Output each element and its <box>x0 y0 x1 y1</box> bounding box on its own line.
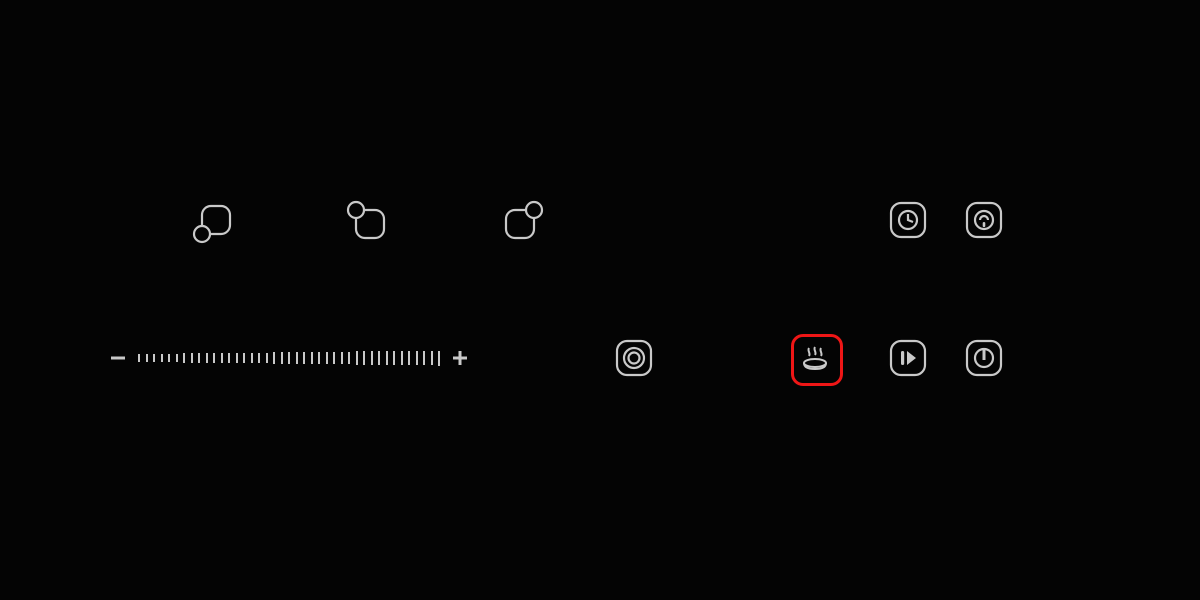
slider-tick <box>303 352 305 364</box>
slider-tick <box>146 354 148 362</box>
slider-tick <box>348 352 350 365</box>
pause-play-icon <box>886 336 930 380</box>
slider-tick <box>183 353 185 362</box>
zone-select-zone-rear-left[interactable] <box>346 200 390 244</box>
zone-select-zone-rear-right[interactable] <box>500 200 544 244</box>
slider-tick <box>191 353 193 362</box>
flex-zone-button[interactable] <box>612 336 656 380</box>
slider-tick <box>288 352 290 364</box>
slider-tick <box>273 352 275 363</box>
slider-tick <box>408 351 410 365</box>
slider-tick <box>333 352 335 365</box>
power-button[interactable] <box>962 336 1006 380</box>
slider-tick <box>431 351 433 366</box>
zone-select-zone-front-left[interactable] <box>192 200 236 244</box>
slider-tick <box>393 351 395 365</box>
ring-icon <box>612 336 656 380</box>
stop-go-button[interactable] <box>886 336 930 380</box>
slider-tick <box>371 351 373 364</box>
slider-tick <box>251 353 253 364</box>
slider-tick <box>423 351 425 366</box>
slider-tick <box>311 352 313 364</box>
slider-tick <box>221 353 223 363</box>
slider-tick <box>258 353 260 364</box>
slider-tick <box>281 352 283 363</box>
slider-tick <box>168 354 170 363</box>
slider-tick <box>356 351 358 364</box>
cooktop-panel <box>0 0 1200 600</box>
slider-tick <box>161 354 163 363</box>
slider-tick <box>326 352 328 364</box>
slider-tick <box>401 351 403 365</box>
slider-tick <box>363 351 365 364</box>
slider-tick <box>176 354 178 363</box>
timer-button[interactable] <box>886 198 930 242</box>
slider-tick <box>386 351 388 365</box>
slider-tick <box>296 352 298 364</box>
clock-icon <box>886 198 930 242</box>
slider-tick <box>266 353 268 364</box>
slider-tick <box>228 353 230 363</box>
slider-tick <box>438 351 440 366</box>
slider-tick <box>198 353 200 362</box>
power-icon <box>962 336 1006 380</box>
lock-icon <box>962 198 1006 242</box>
slider-tick <box>213 353 215 363</box>
slider-increase-button[interactable] <box>446 344 474 372</box>
slider-tick <box>416 351 418 365</box>
power-slider[interactable] <box>104 338 474 378</box>
slider-tick <box>243 353 245 363</box>
keep-warm-button[interactable] <box>793 336 837 380</box>
slider-tick <box>206 353 208 363</box>
slider-tick <box>318 352 320 364</box>
slider-tick <box>378 351 380 365</box>
slider-decrease-button[interactable] <box>104 344 132 372</box>
slider-tick <box>153 354 155 362</box>
slider-tick <box>236 353 238 363</box>
lock-button[interactable] <box>962 198 1006 242</box>
keep-warm-icon <box>793 336 837 380</box>
slider-tick <box>341 352 343 365</box>
slider-tick <box>138 354 140 362</box>
slider-track[interactable] <box>138 351 440 365</box>
